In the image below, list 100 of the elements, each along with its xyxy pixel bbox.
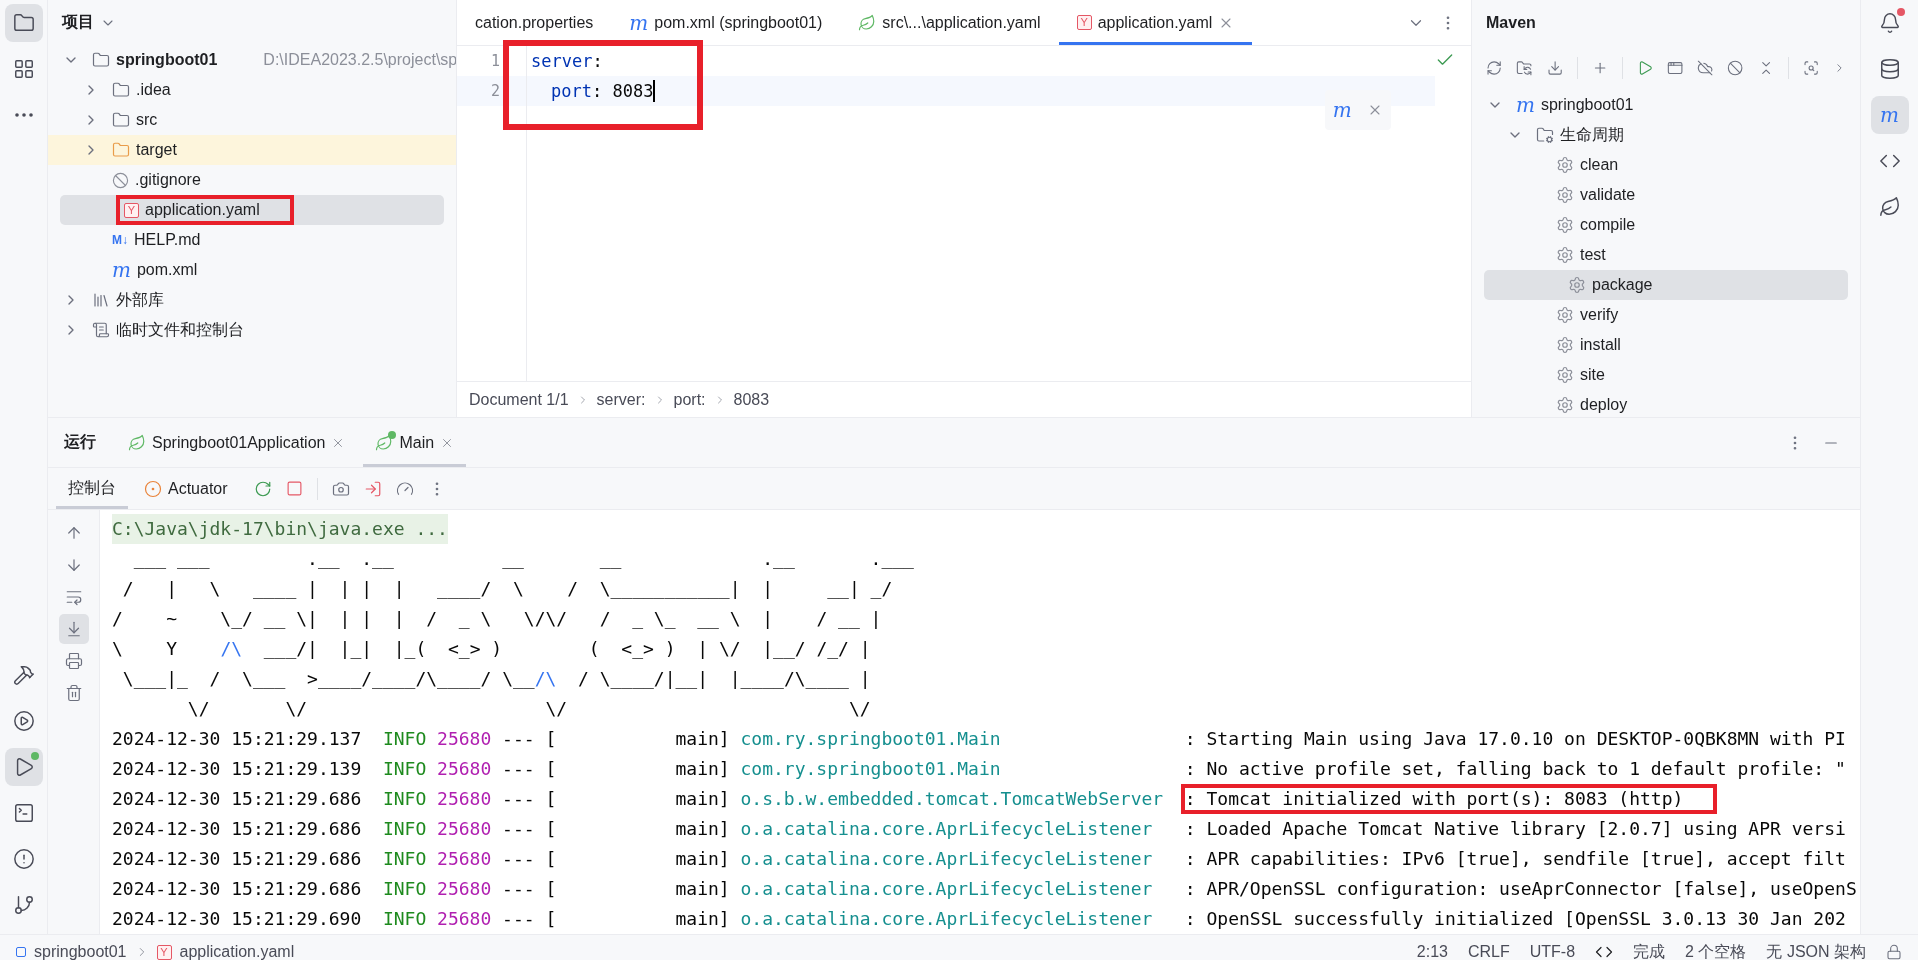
log-level: INFO	[382, 907, 428, 931]
editor-tab[interactable]: m pom.xml (springboot01)	[611, 0, 841, 45]
log-timestamp: 2024-12-30 15:21:29.139	[112, 757, 363, 781]
tree-item-label: HELP.md	[134, 231, 201, 249]
tree-item[interactable]: verify	[1472, 300, 1860, 330]
log-pid: 25680	[437, 787, 493, 811]
structure-icon	[12, 58, 35, 80]
log-pid: 25680	[437, 847, 493, 871]
tree-item[interactable]: m pom.xml	[48, 255, 456, 285]
banner-line: / | \ ____ | | | | ____/ \ / \___________| | __| _/	[121, 577, 893, 601]
problems-icon	[12, 848, 35, 870]
console-tool-button[interactable]	[58, 614, 89, 644]
log-level: INFO	[382, 757, 428, 781]
tree-item-label: springboot01	[116, 51, 218, 69]
status-item[interactable]: 完成	[1633, 941, 1666, 960]
breadcrumb[interactable]: springboot01	[34, 943, 127, 960]
log-level: INFO	[382, 787, 428, 811]
tree-item[interactable]: m springboot01	[1472, 90, 1860, 120]
tree-item-label: compile	[1580, 216, 1636, 234]
status-item[interactable]: 无 JSON 架构	[1766, 941, 1866, 960]
gear-icon	[1556, 216, 1574, 234]
tree-item[interactable]: .gitignore	[48, 165, 456, 195]
tree-item-label: application.yaml	[145, 201, 260, 219]
tree-item[interactable]: 临时文件和控制台	[48, 315, 456, 345]
banner-line: \___|_ / \___ >____/____/\____/ \__/\ / \____/|__| |____/\____ |	[121, 667, 871, 691]
log-separator: ---	[502, 787, 536, 811]
terminal-icon	[12, 802, 35, 824]
tree-item-label: clean	[1580, 156, 1619, 174]
tree-item[interactable]: test	[1472, 240, 1860, 270]
tree-item[interactable]: package	[1484, 270, 1848, 300]
breadcrumb[interactable]: server:	[596, 390, 646, 409]
tree-item-label: .gitignore	[135, 171, 201, 189]
actuator-icon	[144, 479, 162, 498]
tree-item[interactable]: springboot01 D:\IDEA2023.2.5\project\sp	[48, 45, 456, 75]
log-level: INFO	[382, 727, 428, 751]
lock-icon[interactable]	[1886, 944, 1902, 960]
tree-item-label: target	[136, 141, 177, 159]
tree-item[interactable]: M↓ HELP.md	[48, 225, 456, 255]
log-pid: 25680	[437, 727, 493, 751]
log-level: INFO	[382, 817, 428, 841]
breadcrumb[interactable]: port:	[673, 390, 706, 409]
tree-item[interactable]: .idea	[48, 75, 456, 105]
camera-icon[interactable]	[331, 479, 350, 498]
gauge-icon[interactable]	[395, 479, 414, 498]
editor-tab[interactable]: cation.properties	[457, 0, 612, 45]
tree-item[interactable]: clean	[1472, 150, 1860, 180]
stop-icon[interactable]	[285, 480, 303, 497]
run-tab[interactable]: Springboot01Application	[116, 418, 358, 467]
tree-item-label: test	[1580, 246, 1606, 264]
tree-item[interactable]: compile	[1472, 210, 1860, 240]
log-thread: [ main]	[545, 877, 731, 901]
status-item[interactable]: UTF-8	[1529, 943, 1576, 960]
tree-item[interactable]: 外部库	[48, 285, 456, 315]
log-timestamp: 2024-12-30 15:21:29.686	[112, 847, 363, 871]
breadcrumb[interactable]: application.yaml	[179, 943, 295, 960]
status-item[interactable]: CRLF	[1468, 943, 1510, 960]
folder-icon	[12, 12, 35, 34]
yaml-file-icon: Y	[1076, 15, 1092, 30]
banner-line: \ Y /\ ___/| |_| |_( <_> ) ( <_> ) | \/ |__/ /_/ |	[112, 637, 871, 661]
tree-item[interactable]: validate	[1472, 180, 1860, 210]
breadcrumb[interactable]: Document 1/1	[469, 390, 569, 409]
scratch-icon	[92, 321, 110, 339]
console-tab[interactable]: Actuator	[132, 468, 240, 509]
log-thread: [ main]	[545, 907, 731, 931]
breadcrumb[interactable]: 8083	[733, 390, 770, 409]
tree-item-label: springboot01	[1540, 96, 1634, 114]
tree-item[interactable]: 生命周期	[1472, 120, 1860, 150]
tool-window-button[interactable]	[4, 748, 43, 786]
tool-window-button[interactable]	[4, 4, 43, 42]
leaf-icon	[375, 433, 394, 452]
tree-item[interactable]: deploy	[1472, 390, 1860, 417]
run-tab[interactable]: Main	[363, 418, 467, 467]
panel-title[interactable]: 项目	[62, 12, 94, 33]
exit-icon[interactable]	[363, 479, 382, 498]
log-message: : Starting Main using Java 17.0.10 on DESKTOP-0QBK8MN with PI	[1183, 727, 1847, 751]
tree-item[interactable]: site	[1472, 360, 1860, 390]
editor-tab[interactable]: src\...\application.yaml	[840, 0, 1059, 45]
yaml-file-icon: Y	[124, 202, 139, 218]
log-message: : Loaded Apache Tomcat Native library [2.0.7] using APR versi	[1183, 817, 1847, 841]
status-item[interactable]: 2:13	[1416, 943, 1448, 960]
code-line: server:	[530, 50, 604, 73]
line-number: 1	[489, 51, 501, 72]
tree-item[interactable]: install	[1472, 330, 1860, 360]
log-separator: ---	[502, 817, 536, 841]
gear-icon	[1556, 156, 1574, 174]
log-pid: 25680	[437, 757, 493, 781]
log-separator: ---	[502, 907, 536, 931]
tree-item-label: 生命周期	[1560, 124, 1624, 145]
tree-item[interactable]: src	[48, 105, 456, 135]
tree-item[interactable]: target	[48, 135, 456, 165]
log-separator: ---	[502, 727, 536, 751]
gear-icon	[1556, 306, 1574, 324]
editor-tab[interactable]: Y application.yaml	[1058, 0, 1253, 45]
log-timestamp: 2024-12-30 15:21:29.686	[112, 877, 363, 901]
log-pid: 25680	[437, 877, 493, 901]
tree-item[interactable]: Y application.yaml	[60, 195, 444, 225]
log-separator: ---	[502, 847, 536, 871]
tree-item-label: install	[1580, 336, 1621, 354]
status-item[interactable]: 2 个空格	[1685, 941, 1747, 960]
rerun-icon[interactable]	[253, 479, 272, 498]
